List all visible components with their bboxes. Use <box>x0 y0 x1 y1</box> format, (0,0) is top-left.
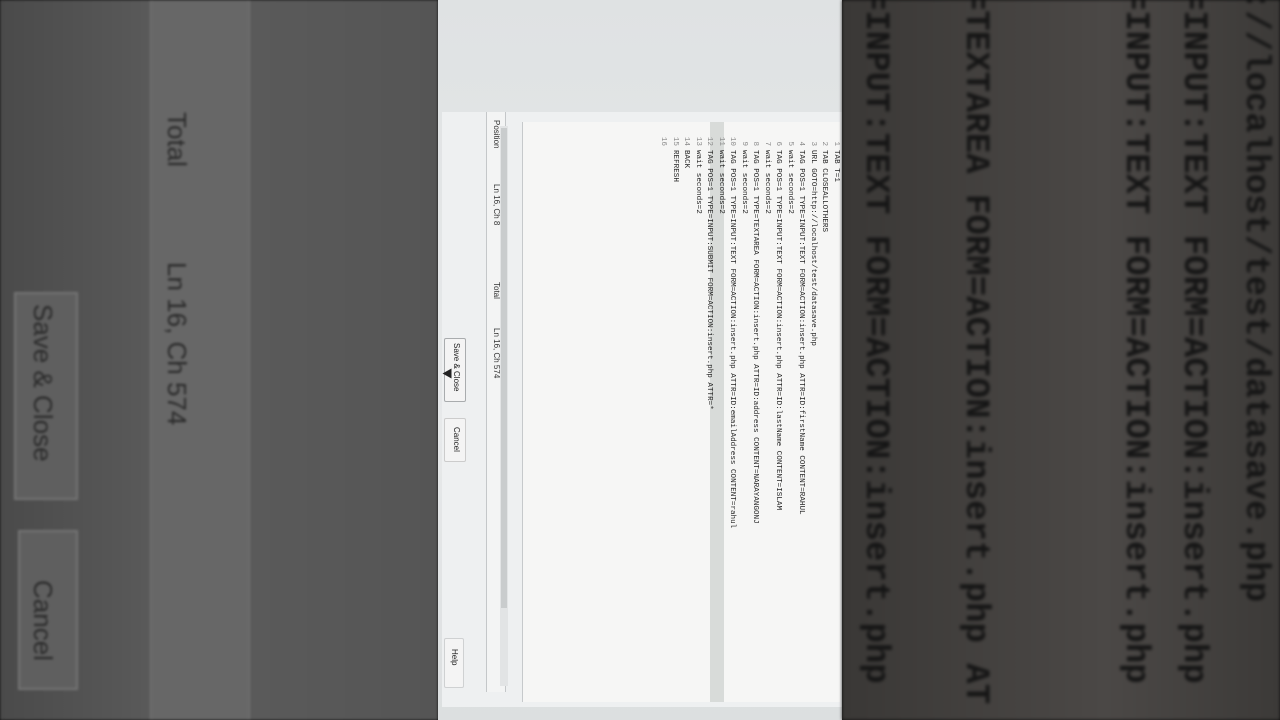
line-text: TAG POS=1 TYPE=INPUT:TEXT FORM=ACTION:in… <box>774 150 783 511</box>
background-code-line-3: =INPUT:TEXT FORM=ACTION:insert.php <box>1116 0 1154 684</box>
background-total-label: Total <box>162 112 192 167</box>
line-number: 15 <box>671 136 679 146</box>
background-code-line-2: =INPUT:TEXT FORM=ACTION:insert.php <box>1174 0 1212 684</box>
line-text: BACK <box>682 150 691 169</box>
line-text: wait seconds=2 <box>786 150 794 214</box>
code-line: 11 wait seconds=2 <box>715 136 727 696</box>
code-line: 3 URL GOTO=http://localhost/test/datasave… <box>807 136 819 696</box>
cancel-label: Cancel <box>452 427 461 452</box>
line-text: wait seconds=2 <box>694 150 702 214</box>
line-number: 5 <box>786 141 794 146</box>
code-line: 10 TAG POS=1 TYPE=INPUT:TEXT FORM=ACTION:… <box>726 136 738 696</box>
line-text: REFRESH <box>671 150 679 182</box>
line-text: URL GOTO=http://localhost/test/datasave.… <box>809 150 817 346</box>
line-number: 16 <box>659 136 668 146</box>
line-number: 10 <box>728 136 737 146</box>
line-number: 12 <box>705 136 714 146</box>
scrollbar-thumb[interactable] <box>501 128 507 608</box>
line-number: 1 <box>832 141 840 146</box>
line-text: wait seconds=2 <box>763 150 771 214</box>
background-cancel-label: Cancel <box>28 580 58 661</box>
help-label: Help <box>450 649 459 666</box>
code-line: 16 <box>657 136 669 696</box>
save-close-label: Save & Close <box>452 343 461 392</box>
captured-screen: Position Ln 16, Ch 8 Total Ln 16, Ch 574… <box>438 0 842 720</box>
line-number: 9 <box>740 141 748 146</box>
code-area: 1 TAB T=1 2 TAB CLOSEALLOTHERS 3 URL GOTO=htt… <box>523 136 841 696</box>
line-number: 13 <box>694 136 702 146</box>
code-line: 4 TAG POS=1 TYPE=INPUT:TEXT FORM=ACTION:i… <box>795 136 807 696</box>
background-code-line-1: ://localhost/test/datasave.php <box>1236 0 1274 603</box>
macro-editor-dialog: Position Ln 16, Ch 8 Total Ln 16, Ch 574… <box>442 112 842 707</box>
cancel-button[interactable]: Cancel <box>444 418 466 462</box>
line-number: 4 <box>797 141 806 146</box>
mouse-cursor-icon <box>442 368 452 379</box>
code-line: 6 TAG POS=1 TYPE=INPUT:TEXT FORM=ACTION:i… <box>772 136 784 696</box>
background-left-blur: Total Ln 16, Ch 574 Save & Close Cancel <box>0 0 438 720</box>
code-line: 8 TAG POS=1 TYPE=TEXTAREA FORM=ACTION:ins… <box>749 136 761 696</box>
line-number: 8 <box>751 141 760 146</box>
background-position-label: Ln 16, Ch 574 <box>162 262 192 426</box>
code-line: 14 BACK <box>680 136 692 696</box>
help-button[interactable]: Help <box>444 638 464 688</box>
background-save-label: Save & Close <box>28 304 58 462</box>
code-line: 9 wait seconds=2 <box>738 136 750 696</box>
code-line: 12 TAG POS=1 TYPE=INPUT:SUBMIT FORM=ACTIO… <box>703 136 715 696</box>
line-text: TAG POS=1 TYPE=TEXTAREA FORM=ACTION:inse… <box>751 150 760 524</box>
code-line: 13 wait seconds=2 <box>692 136 704 696</box>
code-line: 15 REFRESH <box>669 136 681 696</box>
line-number: 6 <box>774 141 783 146</box>
line-text: TAG POS=1 TYPE=INPUT:SUBMIT FORM=ACTION:… <box>705 150 714 410</box>
line-number: 3 <box>809 141 817 146</box>
code-line: 7 wait seconds=2 <box>761 136 773 696</box>
line-text: wait seconds=2 <box>740 150 748 214</box>
line-text: TAG POS=1 TYPE=INPUT:TEXT FORM=ACTION:in… <box>797 150 806 515</box>
code-line: 2 TAB CLOSEALLOTHERS <box>818 136 830 696</box>
line-text: wait seconds=2 <box>717 150 725 214</box>
line-text: TAB T=1 <box>832 150 840 182</box>
macro-code-editor[interactable]: 1 TAB T=1 2 TAB CLOSEALLOTHERS 3 URL GOTO=htt… <box>522 122 840 702</box>
background-code-line-4: =TEXTAREA FORM=ACTION:insert.php AT <box>956 0 994 705</box>
line-number: 7 <box>763 141 771 146</box>
line-number: 2 <box>820 141 829 146</box>
line-text: TAB CLOSEALLOTHERS <box>820 150 829 233</box>
line-number: 14 <box>682 136 691 146</box>
code-line: 1 TAB T=1 <box>830 136 842 696</box>
background-code-line-5: =INPUT:TEXT FORM=ACTION:insert.php <box>856 0 894 684</box>
code-line: 5 wait seconds=2 <box>784 136 796 696</box>
line-text: TAG POS=1 TYPE=INPUT:TEXT FORM=ACTION:in… <box>728 150 737 529</box>
background-right-blur: ://localhost/test/datasave.php =INPUT:TE… <box>842 0 1280 720</box>
line-number: 11 <box>717 136 725 146</box>
